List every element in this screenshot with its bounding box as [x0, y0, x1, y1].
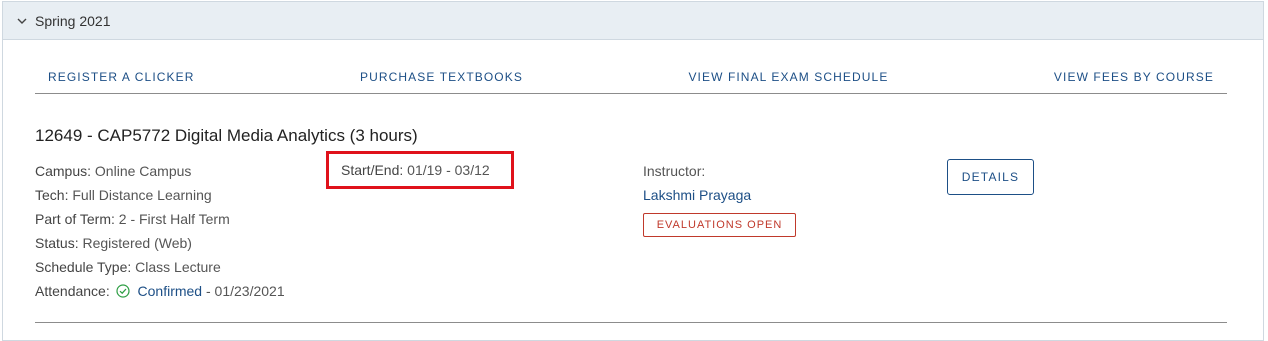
term-header[interactable]: Spring 2021: [3, 2, 1263, 40]
purchase-textbooks-link[interactable]: PURCHASE TEXTBOOKS: [360, 70, 523, 87]
attendance-confirmed-link[interactable]: Confirmed: [138, 283, 203, 299]
status-row: Status: Registered (Web): [35, 233, 285, 257]
status-value: Registered (Web): [82, 235, 192, 251]
view-fees-by-course-link[interactable]: VIEW FEES BY COURSE: [1054, 70, 1214, 87]
status-label: Status:: [35, 235, 79, 251]
instructor-label: Instructor:: [643, 163, 706, 179]
tech-value: Full Distance Learning: [72, 187, 212, 203]
attendance-label: Attendance:: [35, 283, 110, 299]
schedule-type-value: Class Lecture: [135, 259, 221, 275]
tech-row: Tech: Full Distance Learning: [35, 185, 285, 209]
start-end-value: 01/19 - 03/12: [407, 162, 490, 178]
course-details: Campus: Online Campus Tech: Full Distanc…: [35, 161, 285, 305]
check-circle-icon: [116, 284, 130, 298]
register-clicker-link[interactable]: REGISTER A CLICKER: [48, 70, 195, 87]
part-of-term-value: 2 - First Half Term: [118, 211, 230, 227]
details-button[interactable]: DETAILS: [947, 159, 1034, 195]
schedule-type-row: Schedule Type: Class Lecture: [35, 257, 285, 281]
evaluations-open-button[interactable]: EVALUATIONS OPEN: [643, 213, 796, 237]
tech-label: Tech:: [35, 187, 69, 203]
campus-row: Campus: Online Campus: [35, 161, 285, 185]
term-label: Spring 2021: [35, 12, 111, 29]
attendance-row: Attendance: Confirmed - 01/23/2021: [35, 281, 285, 305]
start-end-highlight: Start/End: 01/19 - 03/12: [326, 151, 514, 189]
course-title: 12649 - CAP5772 Digital Media Analytics …: [35, 126, 418, 145]
course-links: REGISTER A CLICKER PURCHASE TEXTBOOKS VI…: [35, 70, 1227, 94]
chevron-down-icon[interactable]: [15, 14, 29, 28]
start-end-label: Start/End:: [341, 162, 404, 178]
divider: [35, 322, 1227, 323]
instructor-block: Instructor: Lakshmi Prayaga: [643, 161, 751, 209]
attendance-date: - 01/23/2021: [206, 283, 285, 299]
campus-label: Campus:: [35, 163, 92, 179]
part-of-term-row: Part of Term: 2 - First Half Term: [35, 209, 285, 233]
schedule-type-label: Schedule Type:: [35, 259, 132, 275]
campus-value: Online Campus: [94, 163, 192, 179]
part-of-term-label: Part of Term:: [35, 211, 115, 227]
instructor-name-link[interactable]: Lakshmi Prayaga: [643, 185, 751, 209]
view-final-exam-schedule-link[interactable]: VIEW FINAL EXAM SCHEDULE: [688, 70, 888, 87]
